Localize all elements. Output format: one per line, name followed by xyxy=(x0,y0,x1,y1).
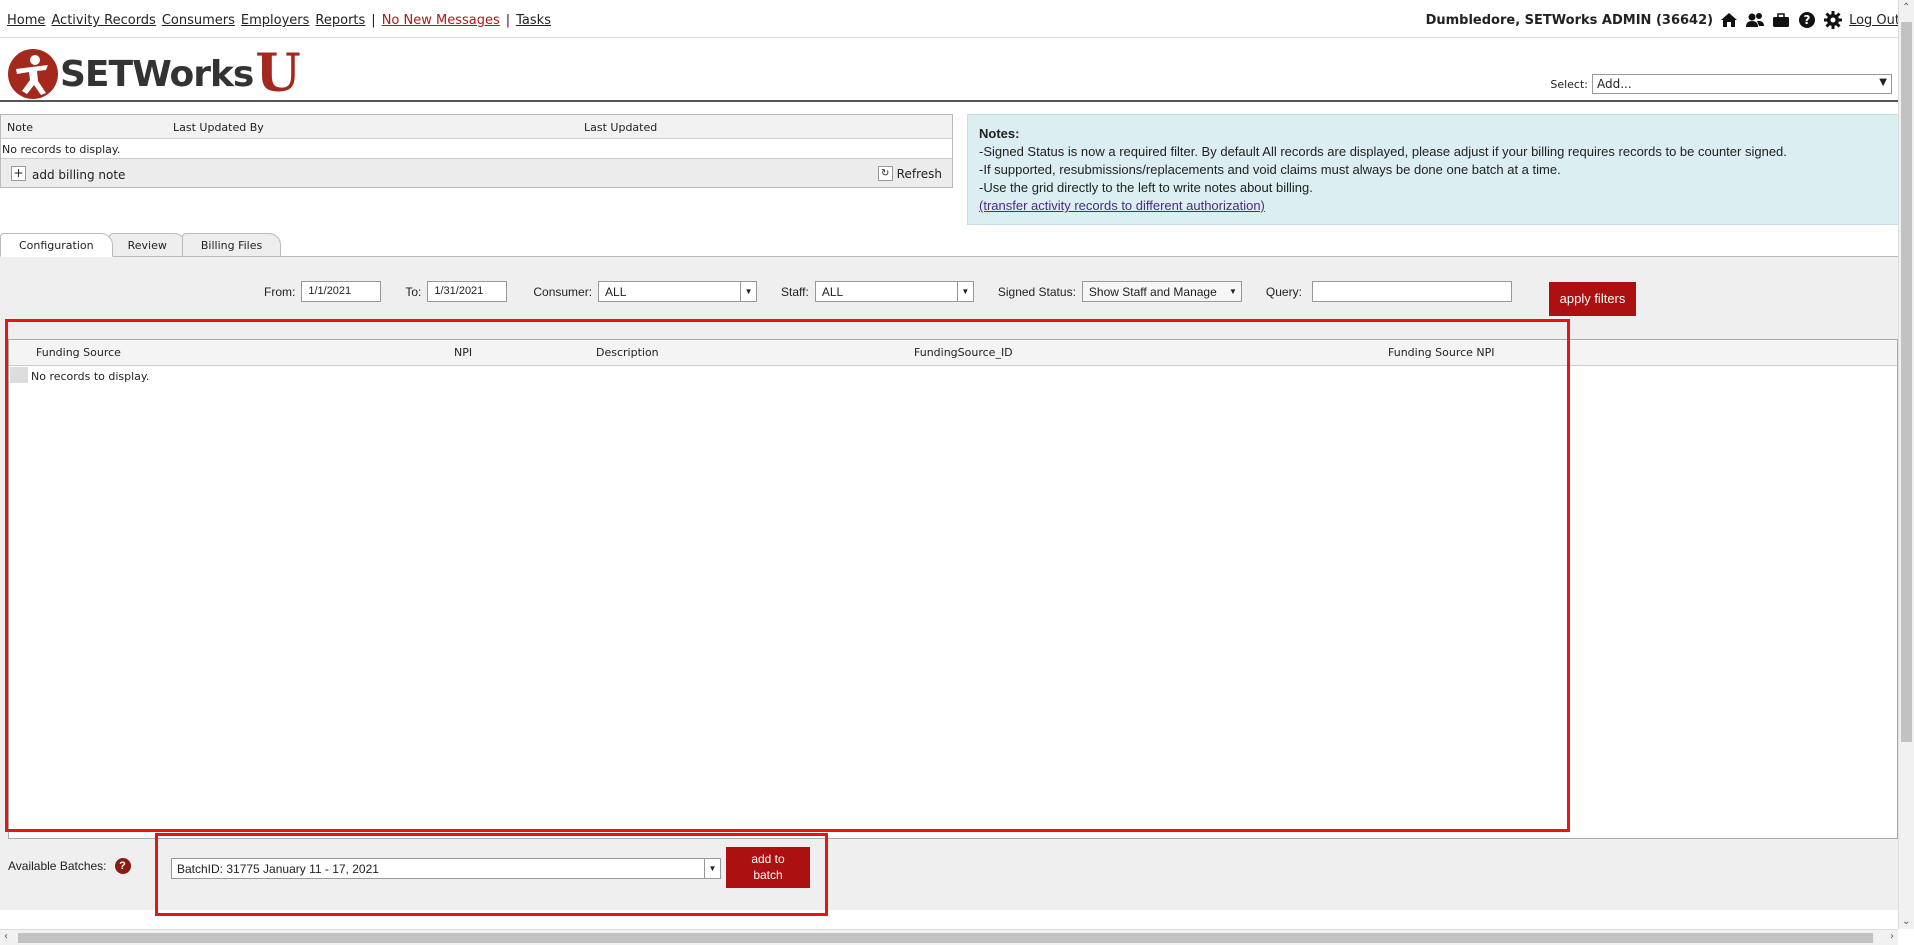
funding-source-grid: Funding Source NPI Description FundingSo… xyxy=(8,339,1898,839)
help-icon[interactable]: ? xyxy=(114,858,131,874)
grid-header: Note Last Updated By Last Updated xyxy=(1,115,952,139)
nav-activity-records[interactable]: Activity Records xyxy=(51,13,155,28)
header-divider xyxy=(0,100,1914,102)
nav-separator: | xyxy=(505,13,511,28)
query-input[interactable] xyxy=(1311,281,1512,302)
column-npi[interactable]: NPI xyxy=(454,346,472,359)
empty-message: No records to display. xyxy=(1,139,952,159)
select-label: Select: xyxy=(1550,77,1588,91)
signed-status-select[interactable]: Show Staff and Manage ▼ xyxy=(1081,281,1242,302)
logo-letter: U xyxy=(255,43,301,104)
column-funding-source-npi[interactable]: Funding Source NPI xyxy=(1388,346,1495,359)
staff-label: Staff: xyxy=(781,284,809,299)
gear-icon[interactable] xyxy=(1823,11,1843,29)
logout-link[interactable]: Log Out xyxy=(1849,13,1900,28)
scroll-thumb[interactable] xyxy=(1901,22,1912,742)
chevron-down-icon: ▼ xyxy=(740,282,756,301)
user-name: Dumbledore, SETWorks ADMIN (36642) xyxy=(1425,12,1714,28)
scroll-left-icon[interactable]: ‹ xyxy=(4,931,8,942)
add-batch-label: batch xyxy=(753,868,783,882)
staff-combo[interactable]: ALL ▼ xyxy=(814,281,974,302)
column-last-updated-by[interactable]: Last Updated By xyxy=(173,121,264,134)
scroll-thumb[interactable] xyxy=(18,933,1873,943)
query-label: Query: xyxy=(1265,284,1302,299)
tab-configuration[interactable]: Configuration xyxy=(0,233,113,257)
refresh-label: Refresh xyxy=(896,166,942,181)
apply-filters-button[interactable]: apply filters xyxy=(1549,282,1636,316)
nav-reports[interactable]: Reports xyxy=(315,13,365,28)
chevron-down-icon: ▼ xyxy=(1228,287,1237,296)
nav-employers[interactable]: Employers xyxy=(241,13,310,28)
add-billing-note-button[interactable]: add billing note xyxy=(32,168,125,182)
help-icon[interactable]: ? xyxy=(1797,11,1817,29)
batch-select[interactable]: BatchID: 31775 January 11 - 17, 2021 ▼ xyxy=(171,858,721,879)
user-area: Dumbledore, SETWorks ADMIN (36642) ? Log… xyxy=(1426,11,1900,29)
briefcase-icon[interactable] xyxy=(1771,11,1791,29)
consumer-combo[interactable]: ALL ▼ xyxy=(598,281,758,302)
available-batches: Available Batches: ? xyxy=(8,858,131,874)
empty-message: No records to display. xyxy=(31,370,150,383)
from-label: From: xyxy=(264,284,296,299)
scroll-right-icon[interactable]: › xyxy=(1890,931,1894,942)
scroll-up-icon[interactable]: ⌃ xyxy=(1902,2,1910,13)
add-to-batch-button[interactable]: add to batch xyxy=(726,847,810,888)
nav-messages[interactable]: No New Messages xyxy=(382,13,500,28)
notes-title: Notes: xyxy=(979,126,1020,141)
column-funding-source[interactable]: Funding Source xyxy=(36,346,121,359)
column-last-updated[interactable]: Last Updated xyxy=(584,121,657,134)
refresh-icon: ↻ xyxy=(877,166,893,181)
notes-line: -Use the grid directly to the left to wr… xyxy=(979,180,1313,195)
add-select-area: Select: Add... ▼ xyxy=(1550,74,1892,94)
notes-panel: Notes: -Signed Status is now a required … xyxy=(967,114,1914,225)
column-fundingsource-id[interactable]: FundingSource_ID xyxy=(914,346,1013,359)
from-date-input[interactable]: 1/1/2021 xyxy=(301,281,382,302)
add-batch-label: add to xyxy=(751,852,785,866)
transfer-link[interactable]: (transfer activity records to different … xyxy=(979,198,1265,213)
nav-home[interactable]: Home xyxy=(7,13,45,28)
column-note[interactable]: Note xyxy=(7,121,33,134)
batches-label: Available Batches: xyxy=(8,859,107,873)
grid-footer: + add billing note ↻ Refresh xyxy=(1,159,952,187)
people-icon[interactable] xyxy=(1745,11,1765,29)
logo: SETWorks U xyxy=(8,46,301,102)
plus-icon[interactable]: + xyxy=(11,166,26,181)
consumer-label: Consumer: xyxy=(533,284,593,299)
tab-billing-files[interactable]: Billing Files xyxy=(181,233,282,257)
chevron-down-icon: ▼ xyxy=(1879,77,1887,88)
nav-consumers[interactable]: Consumers xyxy=(162,13,235,28)
grid-header: Funding Source NPI Description FundingSo… xyxy=(9,340,1897,366)
horizontal-scrollbar[interactable]: ‹ › xyxy=(0,929,1898,945)
add-select[interactable]: Add... ▼ xyxy=(1592,74,1892,94)
home-icon[interactable] xyxy=(1719,11,1739,29)
vertical-scrollbar[interactable]: ⌃ ⌄ xyxy=(1898,0,1914,929)
refresh-button[interactable]: ↻ Refresh xyxy=(877,166,942,181)
logo-figure-icon xyxy=(8,49,58,99)
chevron-down-icon: ▼ xyxy=(704,859,720,878)
to-label: To: xyxy=(405,284,422,299)
tab-review[interactable]: Review xyxy=(108,233,186,257)
logo-text: SETWorks xyxy=(60,53,254,95)
chevron-down-icon: ▼ xyxy=(956,282,973,301)
nav-separator: | xyxy=(371,13,376,28)
to-date-input[interactable]: 1/31/2021 xyxy=(427,281,508,302)
scroll-down-icon[interactable]: ⌄ xyxy=(1902,916,1910,927)
tab-strip: Configuration Review Billing Files xyxy=(0,233,282,257)
nav-tasks[interactable]: Tasks xyxy=(516,13,551,28)
row-selector[interactable] xyxy=(10,367,28,383)
svg-text:?: ? xyxy=(1804,13,1811,27)
column-description[interactable]: Description xyxy=(596,346,659,359)
notes-line: -If supported, resubmissions/replacement… xyxy=(979,162,1561,177)
notes-line: -Signed Status is now a required filter.… xyxy=(979,144,1787,159)
billing-notes-grid: Note Last Updated By Last Updated No rec… xyxy=(0,114,953,188)
filter-bar: From: 1/1/2021 To: 1/31/2021 Consumer: A… xyxy=(264,281,1512,302)
signed-status-label: Signed Status: xyxy=(997,284,1076,299)
